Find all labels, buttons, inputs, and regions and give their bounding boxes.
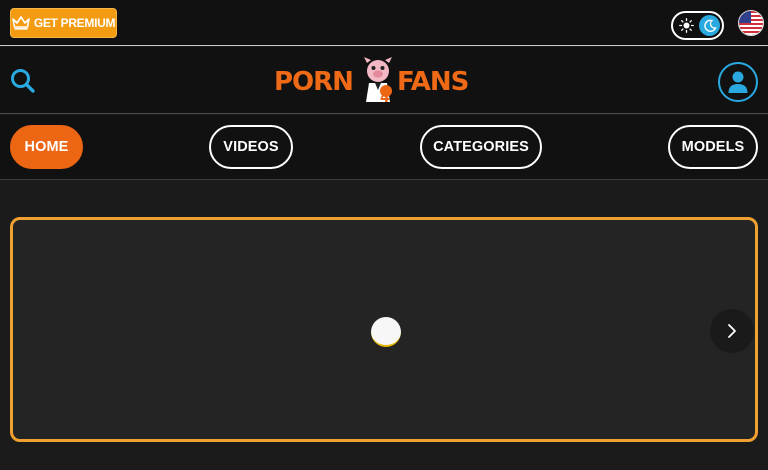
chevron-right-icon	[728, 324, 736, 338]
search-button[interactable]	[8, 66, 38, 96]
nav-home[interactable]: HOME	[10, 125, 83, 169]
search-icon	[11, 69, 35, 93]
site-logo[interactable]: PORN FANS 4	[274, 55, 480, 105]
svg-text:4: 4	[380, 90, 390, 103]
nav-models[interactable]: MODELS	[668, 125, 758, 169]
moon-icon	[703, 19, 717, 32]
us-flag-icon	[739, 11, 763, 35]
sun-icon	[679, 18, 694, 33]
language-selector[interactable]	[738, 10, 764, 36]
user-account-button[interactable]	[718, 62, 758, 102]
nav-videos[interactable]: VIDEOS	[209, 125, 293, 169]
get-premium-button[interactable]: GET PREMIUM	[10, 8, 117, 38]
top-bar: GET PREMIUM	[0, 0, 768, 46]
loading-spinner	[371, 317, 401, 347]
user-icon	[728, 71, 748, 93]
theme-toggle-knob	[699, 15, 720, 36]
mascot-icon: 4	[364, 57, 392, 103]
theme-toggle[interactable]	[671, 11, 724, 40]
logo-text-right: FANS	[396, 67, 469, 97]
logo-text-left: PORN	[274, 67, 354, 97]
nav-categories[interactable]: CATEGORIES	[420, 125, 542, 169]
main-navigation: HOME VIDEOS CATEGORIES MODELS	[0, 115, 768, 180]
site-header: PORN FANS 4	[0, 47, 768, 114]
crown-icon	[12, 16, 30, 30]
carousel-next-button[interactable]	[710, 309, 754, 353]
get-premium-label: GET PREMIUM	[33, 16, 116, 30]
featured-carousel	[10, 217, 758, 442]
